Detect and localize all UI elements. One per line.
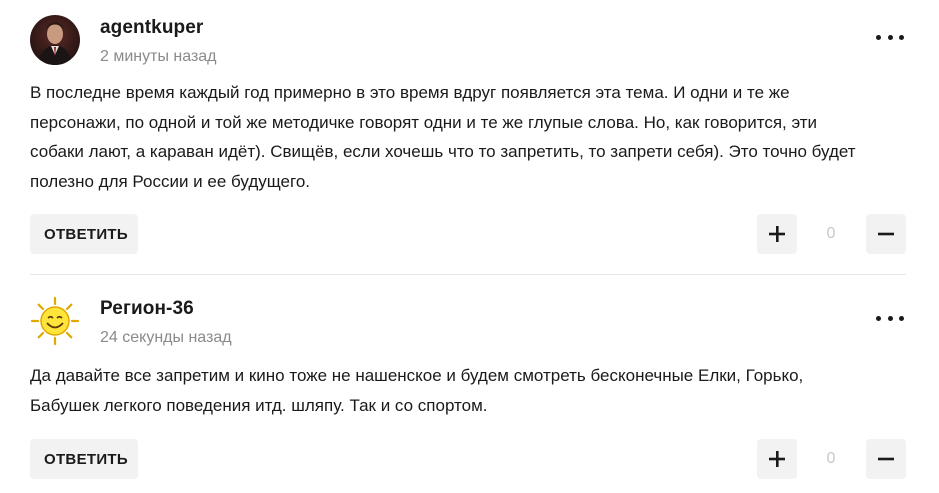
more-dots-icon[interactable]: [876, 27, 904, 47]
smiling-sun-avatar-icon: [30, 296, 80, 346]
comment-text: Да давайте все запретим и кино тоже не н…: [30, 361, 803, 420]
more-dots-icon[interactable]: [876, 308, 904, 328]
timestamp: 2 минуты назад: [100, 48, 217, 65]
comment-line: В последне время каждый год примерно в э…: [30, 83, 790, 102]
username[interactable]: Регион-36: [100, 298, 194, 320]
comment-divider: [30, 274, 906, 275]
avatar[interactable]: [30, 296, 80, 346]
plus-icon: [769, 226, 785, 242]
comment-line: полезно для России и ее будущего.: [30, 171, 311, 191]
downvote-button[interactable]: [866, 214, 906, 254]
minus-icon: [878, 457, 894, 461]
upvote-button[interactable]: [757, 439, 797, 479]
downvote-button[interactable]: [866, 439, 906, 479]
comment-line: собаки лают, а караван идёт). Свищёв, ес…: [30, 142, 856, 161]
comment-line: Да давайте все запретим и кино тоже не н…: [30, 366, 804, 385]
upvote-button[interactable]: [757, 214, 797, 254]
comment-line: Бабушек легкого поведения итд. шляпу. Та…: [30, 395, 488, 415]
minus-icon: [878, 232, 894, 236]
vote-score: 0: [826, 225, 836, 242]
user-photo-avatar-icon: [30, 15, 80, 65]
avatar[interactable]: [30, 15, 80, 65]
reply-button[interactable]: ОТВЕТИТЬ: [30, 214, 138, 254]
plus-icon: [769, 451, 785, 467]
comment-line: персонажи, по одной и той же методичке г…: [30, 112, 818, 132]
timestamp: 24 секунды назад: [100, 329, 232, 346]
vote-score: 0: [826, 450, 836, 467]
comment-text: В последне время каждый год примерно в э…: [30, 78, 856, 196]
reply-button[interactable]: ОТВЕТИТЬ: [30, 439, 138, 479]
username[interactable]: agentkuper: [100, 17, 203, 39]
